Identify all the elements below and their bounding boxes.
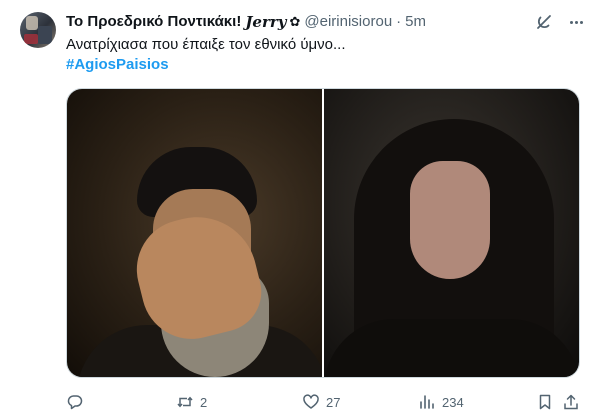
more-icon[interactable] — [566, 12, 586, 32]
display-name[interactable]: Το Προεδρικό Ποντικάκι! — [66, 12, 241, 32]
reply-button[interactable] — [66, 392, 90, 412]
tweet[interactable]: Το Προεδρικό Ποντικάκι! 𝑱𝒆𝒓𝒓𝒚 ✿ @eirinis… — [0, 0, 602, 418]
tweet-text: Ανατρίχιασα που έπαιξε τον εθνικό ύμνο..… — [66, 36, 346, 53]
share-button[interactable] — [562, 392, 580, 412]
separator-dot: · — [396, 13, 402, 30]
bookmark-icon — [539, 394, 551, 410]
action-bar: 2 27 234 — [66, 392, 580, 412]
timestamp[interactable]: 5m — [405, 12, 426, 32]
retweet-count: 2 — [200, 394, 208, 410]
views-button[interactable]: 234 — [418, 392, 464, 412]
photo-man-praying[interactable] — [67, 89, 322, 377]
avatar[interactable] — [20, 12, 56, 48]
speech-bubble-icon — [67, 395, 83, 410]
retweet-icon — [177, 396, 193, 408]
like-count: 27 — [326, 394, 341, 410]
display-name-suffix: 𝑱𝒆𝒓𝒓𝒚 — [245, 13, 287, 31]
bar-chart-icon — [420, 395, 434, 409]
views-count: 234 — [442, 394, 464, 410]
hashtag-link[interactable]: #AgiosPaisios — [66, 55, 169, 75]
heart-icon — [303, 394, 319, 409]
bookmark-button[interactable] — [536, 392, 554, 412]
flower-icon: ✿ — [289, 14, 301, 29]
user-handle[interactable]: @eirinisiorou — [304, 12, 392, 32]
media-grid — [66, 88, 580, 378]
like-button[interactable]: 27 — [302, 392, 340, 412]
share-icon — [564, 394, 578, 410]
retweet-button[interactable]: 2 — [176, 392, 207, 412]
photo-nun-smiling[interactable] — [324, 89, 579, 377]
tweet-header: Το Προεδρικό Ποντικάκι! 𝑱𝒆𝒓𝒓𝒚 ✿ @eirinis… — [66, 12, 426, 32]
grok-icon[interactable] — [534, 12, 554, 32]
